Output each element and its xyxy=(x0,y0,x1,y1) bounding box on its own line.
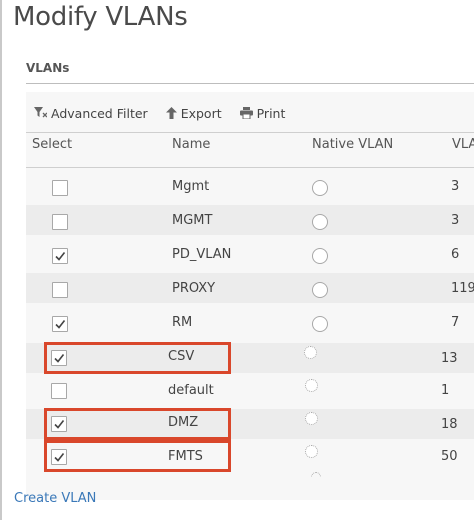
section-divider xyxy=(26,83,474,84)
vlan-id: 3 xyxy=(451,179,460,194)
table-row: default 1 xyxy=(26,375,474,405)
table-row: MGMT 3 xyxy=(26,205,474,235)
table-row: PROXY 119 xyxy=(26,273,474,303)
vlan-id: 1 xyxy=(441,383,450,398)
native-vlan-radio[interactable] xyxy=(305,412,318,425)
table-row: CSV 13 xyxy=(26,342,474,374)
highlight-box xyxy=(44,440,231,472)
column-header-select[interactable]: Select xyxy=(32,137,72,152)
highlight-box xyxy=(44,408,231,440)
window-left-border xyxy=(0,0,2,520)
vlan-id: 7 xyxy=(451,315,460,330)
vlan-id: 6 xyxy=(451,247,460,262)
native-vlan-radio[interactable] xyxy=(304,346,317,359)
select-checkbox[interactable] xyxy=(52,248,68,264)
native-vlan-radio[interactable] xyxy=(312,180,328,196)
vlan-id: 18 xyxy=(441,417,458,432)
table-row: Mgmt 3 xyxy=(26,171,474,201)
page-title: Modify VLANs xyxy=(13,2,188,32)
checkmark-icon xyxy=(55,252,66,261)
table-row: FMTS 50 xyxy=(26,440,474,472)
export-label: Export xyxy=(180,105,222,121)
native-vlan-radio[interactable] xyxy=(312,282,328,298)
table-row: PD_VLAN 6 xyxy=(26,239,474,269)
table-row: RM 7 xyxy=(26,307,474,337)
header-divider xyxy=(26,167,474,168)
select-checkbox[interactable] xyxy=(51,383,67,399)
advanced-filter-button[interactable]: Advanced Filter xyxy=(34,106,148,121)
highlight-box xyxy=(44,342,231,374)
filter-icon xyxy=(34,107,47,118)
vlan-id: 119 xyxy=(451,281,474,296)
table-row: DMZ 18 xyxy=(26,408,474,440)
vlan-name: Mgmt xyxy=(172,179,210,194)
vlan-id: 13 xyxy=(441,351,458,366)
printer-icon xyxy=(239,107,253,119)
vlan-name: RM xyxy=(172,315,193,330)
create-vlan-link[interactable]: Create VLAN xyxy=(14,491,96,506)
native-vlan-radio[interactable] xyxy=(312,316,328,332)
select-checkbox[interactable] xyxy=(52,282,68,298)
native-vlan-radio[interactable] xyxy=(312,248,328,264)
vlan-name: PROXY xyxy=(172,281,216,296)
native-vlan-radio[interactable] xyxy=(305,445,318,458)
vlan-name: MGMT xyxy=(172,213,213,228)
column-header-vlan-id[interactable]: VLA xyxy=(452,137,474,152)
native-vlan-radio-partial xyxy=(311,472,321,477)
vlan-table-body: Mgmt 3 MGMT 3 PD_VLAN 6 PROXY 119 RM 7 CSV 13 defaul… xyxy=(26,169,474,479)
select-checkbox[interactable] xyxy=(52,180,68,196)
export-button[interactable]: Export xyxy=(165,105,222,121)
native-vlan-radio[interactable] xyxy=(312,214,328,230)
select-checkbox[interactable] xyxy=(52,214,68,230)
vlan-id: 3 xyxy=(451,213,460,228)
select-checkbox[interactable] xyxy=(52,316,68,332)
advanced-filter-label: Advanced Filter xyxy=(51,105,148,121)
arrow-up-icon xyxy=(165,107,177,119)
vlan-name: PD_VLAN xyxy=(172,247,232,262)
section-label: VLANs xyxy=(26,61,70,75)
vlan-name: default xyxy=(168,383,214,398)
column-header-name[interactable]: Name xyxy=(172,137,210,152)
native-vlan-radio[interactable] xyxy=(305,379,318,392)
toolbar-divider xyxy=(26,132,474,133)
print-label: Print xyxy=(256,105,286,121)
vlan-id: 50 xyxy=(441,449,458,464)
column-header-native-vlan[interactable]: Native VLAN xyxy=(312,137,393,152)
checkmark-icon xyxy=(55,320,66,329)
print-button[interactable]: Print xyxy=(239,105,286,121)
table-toolbar: Advanced Filter Export Print xyxy=(26,100,474,126)
